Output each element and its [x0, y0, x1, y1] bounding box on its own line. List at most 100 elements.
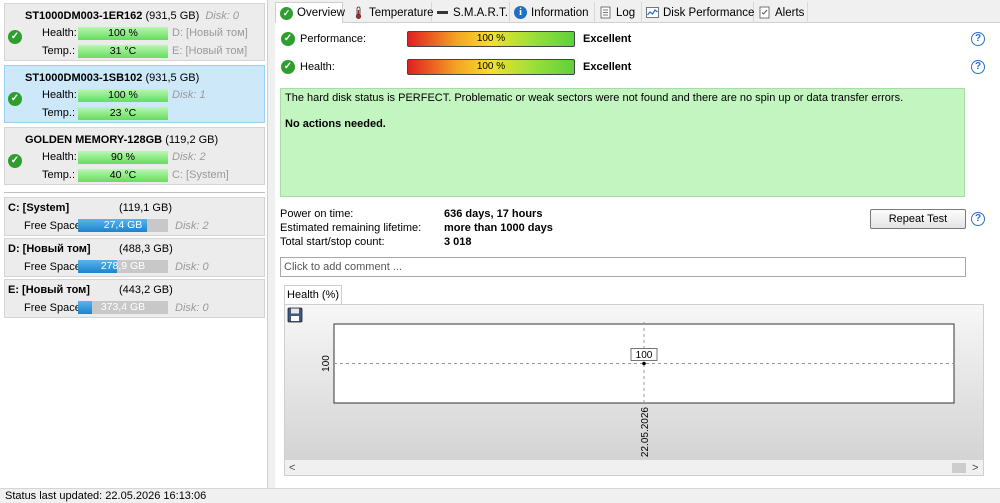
- comment-field[interactable]: Click to add comment ...: [280, 257, 966, 277]
- temp-bar: 23 °C: [78, 107, 168, 120]
- tab-health-chart[interactable]: Health (%): [284, 285, 342, 305]
- partition-item-e[interactable]: E: [Новый том] (443,2 GB) Free Space 373…: [4, 279, 265, 318]
- free-space-value: 27,4 GB: [103, 219, 143, 231]
- performance-rating: Excellent: [583, 33, 632, 45]
- y-tick-label: 100: [321, 355, 332, 372]
- repeat-test-button[interactable]: Repeat Test: [870, 209, 966, 229]
- power-on-value: 636 days, 17 hours: [444, 208, 543, 220]
- disk-number: Disk: 2: [172, 151, 206, 163]
- help-icon[interactable]: ?: [971, 60, 985, 74]
- tab-temperature[interactable]: Temperature: [348, 2, 434, 23]
- disk-size: (931,5 GB): [145, 72, 200, 84]
- tab-log[interactable]: Log: [595, 2, 642, 23]
- volume-label: E: [Новый том]: [172, 45, 248, 57]
- tab-label: Disk Performance: [663, 6, 755, 19]
- disk-title: GOLDEN MEMORY-128GB (119,2 GB): [25, 134, 218, 146]
- health-label: Health:: [42, 27, 77, 39]
- health-bar: 90 %: [78, 151, 168, 164]
- log-icon: [599, 6, 612, 19]
- health-bar: 100 %: [78, 27, 168, 40]
- check-icon: ✓: [8, 92, 22, 106]
- status-message-box: The hard disk status is PERFECT. Problem…: [280, 88, 965, 197]
- tab-overview[interactable]: ✓ Overview: [275, 2, 345, 24]
- free-space-value: 278,9 GB: [100, 260, 146, 272]
- tab-label: Alerts: [775, 6, 805, 19]
- lifetime-value: more than 1000 days: [444, 222, 553, 234]
- tab-bar: ✓ Overview Temperature S.M.A.R.T. i Info…: [275, 2, 1000, 24]
- disk-item-1[interactable]: ST1000DM003-1SB102 (931,5 GB) ✓ Health: …: [4, 65, 265, 123]
- status-bar: Status last updated: 22.05.2026 16:13:06: [0, 488, 1000, 503]
- partition-item-c[interactable]: C: [System] (119,1 GB) Free Space 27,4 G…: [4, 197, 265, 236]
- info-icon: i: [514, 6, 527, 19]
- health-chart: 22.05.2026 100 100: [321, 322, 955, 457]
- startstop-label: Total start/stop count:: [280, 236, 385, 248]
- health-label: Health:: [42, 89, 77, 101]
- tab-label: Information: [531, 6, 589, 19]
- free-space-bar: 27,4 GB: [78, 219, 168, 232]
- disk-size: (931,5 GB): [145, 10, 200, 22]
- temp-bar: 31 °C: [78, 45, 168, 58]
- health-chart-panel: 22.05.2026 100 100 < >: [284, 304, 984, 476]
- free-space-label: Free Space: [24, 302, 81, 314]
- tab-label: Temperature: [369, 6, 434, 19]
- free-space-bar: 278,9 GB: [78, 260, 168, 273]
- performance-row: ✓ Performance:: [281, 32, 366, 46]
- disk-number: Disk: 0: [205, 10, 239, 22]
- partition-size: (488,3 GB): [119, 243, 173, 255]
- partition-item-d[interactable]: D: [Новый том] (488,3 GB) Free Space 278…: [4, 238, 265, 277]
- tab-smart[interactable]: S.M.A.R.T.: [432, 2, 510, 23]
- free-space-value: 373,4 GB: [100, 301, 146, 313]
- disk-size: (119,2 GB): [165, 134, 219, 146]
- scroll-right-icon[interactable]: >: [972, 462, 978, 474]
- horizontal-scrollbar[interactable]: < >: [285, 460, 983, 475]
- tab-disk-performance[interactable]: Disk Performance: [642, 2, 754, 23]
- tab-label: Log: [616, 6, 636, 19]
- power-on-label: Power on time:: [280, 208, 354, 220]
- disk-number: Disk: 1: [172, 89, 206, 101]
- temp-label: Temp.:: [42, 45, 76, 57]
- disk-title: ST1000DM003-1SB102 (931,5 GB): [25, 72, 199, 84]
- partition-name: C: [System]: [8, 202, 70, 214]
- check-icon: ✓: [281, 32, 295, 46]
- disk-name: GOLDEN MEMORY-128GB: [25, 134, 163, 146]
- disk-item-0[interactable]: ST1000DM003-1ER162 (931,5 GB) Disk: 0 ✓ …: [4, 3, 265, 61]
- partition-disk: Disk: 0: [175, 302, 209, 314]
- scroll-left-icon[interactable]: <: [289, 462, 295, 474]
- check-icon: ✓: [280, 6, 293, 20]
- disk-name: ST1000DM003-1SB102: [25, 72, 143, 84]
- data-point: [642, 361, 646, 366]
- check-icon: ✓: [281, 60, 295, 74]
- health-label: Health:: [42, 151, 77, 163]
- help-icon[interactable]: ?: [971, 212, 985, 226]
- health-label: Health:: [300, 61, 335, 73]
- lifetime-label: Estimated remaining lifetime:: [280, 222, 422, 234]
- tab-alerts[interactable]: Alerts: [754, 2, 808, 23]
- temp-label: Temp.:: [42, 107, 76, 119]
- partition-disk: Disk: 0: [175, 261, 209, 273]
- volume-label: C: [System]: [172, 169, 229, 181]
- health-bar: 100 %: [407, 59, 575, 75]
- disk-item-2[interactable]: GOLDEN MEMORY-128GB (119,2 GB) ✓ Health:…: [4, 127, 265, 185]
- disk-name: ST1000DM003-1ER162: [25, 10, 143, 22]
- health-bar: 100 %: [78, 89, 168, 102]
- overview-content: ✓ Performance: 100 % Excellent ? ✓ Healt…: [275, 23, 1000, 488]
- tab-label: Overview: [297, 7, 345, 19]
- free-space-label: Free Space: [24, 261, 81, 273]
- check-icon: ✓: [8, 154, 22, 168]
- free-space-bar: 373,4 GB: [78, 301, 168, 314]
- health-rating: Excellent: [583, 61, 632, 73]
- free-space-label: Free Space: [24, 220, 81, 232]
- temp-label: Temp.:: [42, 169, 76, 181]
- disk-list-panel: ST1000DM003-1ER162 (931,5 GB) Disk: 0 ✓ …: [0, 0, 268, 488]
- help-icon[interactable]: ?: [971, 32, 985, 46]
- thermometer-icon: [352, 6, 365, 19]
- main-panel: ✓ Overview Temperature S.M.A.R.T. i Info…: [275, 0, 1000, 488]
- scrollbar-thumb[interactable]: [952, 463, 966, 473]
- tab-information[interactable]: i Information: [510, 2, 595, 23]
- status-message: The hard disk status is PERFECT. Problem…: [285, 92, 904, 104]
- performance-bar: 100 %: [407, 31, 575, 47]
- data-label: 100: [636, 350, 653, 361]
- partition-name: D: [Новый том]: [8, 243, 91, 255]
- alerts-icon: [758, 6, 771, 19]
- x-tick-label: 22.05.2026: [640, 407, 651, 457]
